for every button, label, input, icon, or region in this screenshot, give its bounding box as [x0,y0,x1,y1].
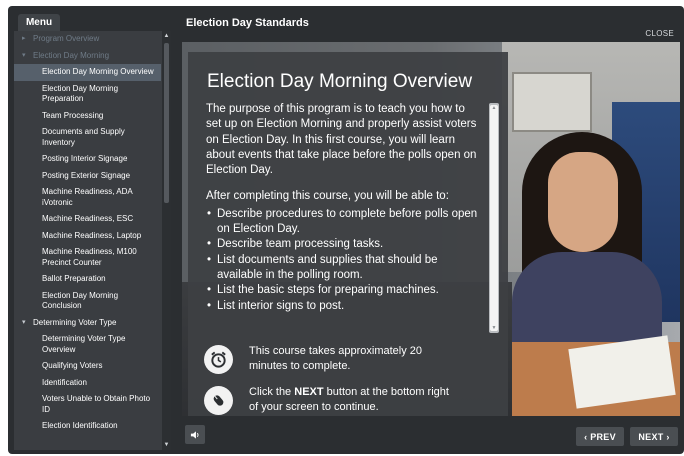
next-button[interactable]: NEXT › [630,427,678,446]
sidebar-item[interactable]: Qualifying Voters [14,358,161,375]
sidebar-scrollbar[interactable]: ▲ ▼ [162,31,171,450]
prev-button[interactable]: ‹ PREV [576,427,624,446]
sidebar-item[interactable]: Election Day Morning Overview [14,64,161,81]
sidebar-item[interactable]: Posting Exterior Signage [14,168,161,185]
content-scroll-down-icon[interactable]: ▼ [489,324,499,332]
sidebar-item-label: Determining Voter Type Overview [42,334,126,354]
time-note: This course takes approximately 20 minut… [204,344,459,374]
sidebar-item-label: Election Identification [42,421,118,430]
content-scrollbar[interactable]: ▲ ▼ [489,103,499,333]
content-scroll-up-icon[interactable]: ▲ [489,104,499,112]
objective-item: List the basic steps for preparing machi… [206,283,478,299]
content-scroll-thumb[interactable] [490,105,498,331]
slide-title: Election Day Morning Overview [207,71,473,92]
sidebar-item-label: Posting Exterior Signage [42,170,131,180]
sidebar-item[interactable]: Identification [14,375,161,392]
sidebar-item[interactable]: Machine Readiness, M100 Precinct Counter [14,244,161,271]
objectives-lead: After completing this course, you will b… [206,190,449,203]
sidebar-menu: ▸ Program Overview ▾ Election Day Morning El… [14,31,171,450]
sidebar-item-label: Election Day Morning Preparation [42,83,119,104]
objective-item: List interior signs to post. [206,299,478,315]
sidebar-item-label: Machine Readiness, Laptop [42,230,142,240]
sidebar-item-label: Program Overview [33,34,100,43]
course-player: Menu ▸ Program Overview ▾ Election Day Morn… [8,6,684,454]
objective-item: List documents and supplies that should … [206,253,478,284]
sidebar-item-label: Team Processing [42,110,104,120]
sidebar-item-label: Posting Interior Signage [42,154,128,163]
next-note-pre: Click the [249,386,295,398]
time-note-text: This course takes approximately 20 minut… [249,345,423,372]
scroll-up-arrow-icon[interactable]: ▲ [162,31,171,41]
sidebar-item[interactable]: ▾ Determining Voter Type [14,315,161,332]
next-note-bold: NEXT [294,386,324,398]
chevron-down-icon: ▾ [22,318,26,326]
slide-body: The purpose of this program is to teach … [206,102,478,314]
audio-toggle-button[interactable] [185,425,205,444]
sidebar-item[interactable]: Posting Interior Signage [14,151,161,168]
chevron-down-icon: ▾ [22,51,26,59]
next-note: Click the NEXT button at the bottom righ… [204,385,459,415]
menu-list: ▸ Program Overview ▾ Election Day Morning El… [14,31,161,435]
photo-person-face [548,152,618,252]
sidebar-item[interactable]: Machine Readiness, ESC [14,211,161,228]
chevron-right-icon: ▸ [22,35,26,42]
next-note-text: Click the NEXT button at the bottom righ… [249,385,459,415]
sidebar-item-label: Qualifying Voters [42,361,103,370]
background-bulletin-board [512,72,592,132]
sidebar-item-label: Election Day Morning [33,50,110,60]
objective-item: Describe team processing tasks. [206,237,478,253]
sidebar-item[interactable]: Election Day Morning Conclusion [14,288,161,315]
sidebar-item[interactable]: Election Day Morning Preparation [14,81,161,108]
sidebar-item-label: Election Day Morning Overview [42,67,154,76]
sidebar-item[interactable]: Election Identification [14,418,161,435]
sidebar-item-label: Machine Readiness, M100 Precinct Counter [42,247,137,267]
sidebar-item-label: Documents and Supply Inventory [42,127,125,147]
alarm-clock-icon [204,344,233,374]
sidebar-item-label: Ballot Preparation [42,274,106,283]
sidebar-item-label: Machine Readiness, ESC [42,214,134,223]
intro-paragraph: The purpose of this program is to teach … [206,103,477,177]
sidebar-item-label: Voters Unable to Obtain Photo ID [42,394,151,414]
sidebar-item[interactable]: Ballot Preparation [14,271,161,288]
menu-tab[interactable]: Menu [18,14,60,31]
sidebar-item[interactable]: Documents and Supply Inventory [14,124,161,151]
close-button[interactable]: CLOSE [645,29,674,38]
objectives-list: Describe procedures to complete before p… [206,207,478,314]
content-panel: Election Day Morning Overview The purpos… [188,52,508,416]
mouse-icon [204,385,233,415]
sidebar-item[interactable]: ▸ Program Overview [14,31,161,48]
sidebar-item[interactable]: Machine Readiness, Laptop [14,228,161,245]
sidebar-item[interactable]: Team Processing [14,108,161,125]
sidebar-item[interactable]: Determining Voter Type Overview [14,331,161,358]
sidebar-item[interactable]: ▾ Election Day Morning [14,48,161,65]
sidebar-item-label: Election Day Morning Conclusion [42,290,119,311]
sidebar-item[interactable]: Machine Readiness, ADA iVotronic [14,184,161,211]
sidebar-item-label: Machine Readiness, ADA iVotronic [42,187,133,207]
sidebar-item[interactable]: Voters Unable to Obtain Photo ID [14,391,161,418]
speaker-icon [190,430,198,439]
sidebar-item-label: Identification [42,377,87,387]
slide-area: Election Day Morning Overview The purpos… [182,42,680,416]
sidebar-scroll-thumb[interactable] [164,43,169,203]
sidebar-item-label: Determining Voter Type [33,317,117,327]
objective-item: Describe procedures to complete before p… [206,207,478,238]
scroll-down-arrow-icon[interactable]: ▼ [162,440,171,450]
course-title: Election Day Standards [186,17,309,29]
